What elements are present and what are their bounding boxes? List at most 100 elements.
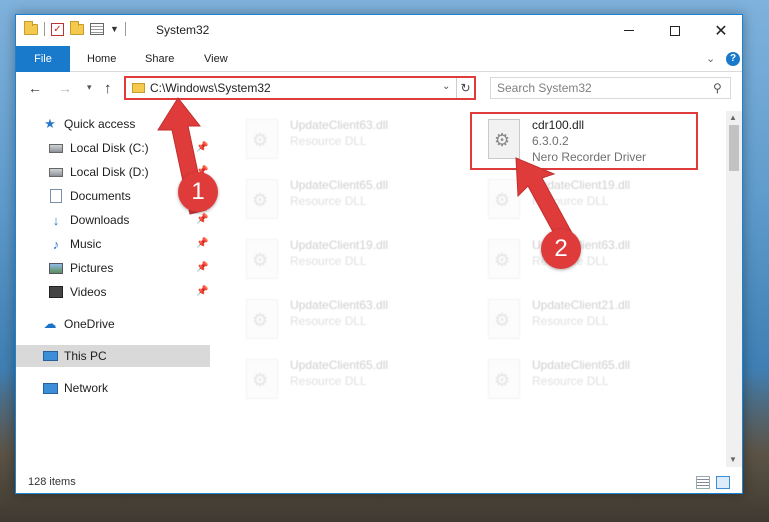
close-button[interactable]: ✕ — [698, 15, 744, 46]
file-name: UpdateClient63.dll — [290, 118, 389, 132]
dll-file-icon: ⚙ — [246, 179, 278, 219]
step-1-badge: 1 — [178, 172, 218, 212]
file-description: Resource DLL — [290, 134, 367, 148]
sidebar-item-network[interactable]: Network — [16, 377, 210, 399]
file-description: Resource DLL — [532, 314, 609, 328]
tab-view[interactable]: View — [204, 46, 228, 72]
search-input[interactable] — [497, 81, 697, 95]
vertical-scrollbar[interactable]: ▲ ▼ — [726, 111, 742, 467]
drive-icon — [48, 165, 64, 179]
refresh-icon[interactable]: ↻ — [456, 78, 474, 98]
tab-share[interactable]: Share — [145, 46, 174, 72]
pin-icon[interactable]: 📌 — [196, 262, 208, 273]
properties-check-icon[interactable]: ✓ — [51, 22, 64, 36]
status-bar: 128 items — [16, 473, 742, 493]
sidebar-item-label: Local Disk (D:) — [70, 165, 149, 179]
onedrive-icon: ☁ — [43, 316, 57, 331]
sidebar-item-this-pc[interactable]: This PC — [16, 345, 210, 367]
sidebar-item-label: Documents — [70, 189, 131, 203]
quick-access-toolbar: ✓ ▼ — [24, 20, 126, 36]
scroll-down-icon[interactable]: ▼ — [729, 455, 737, 464]
dll-file-icon: ⚙ — [246, 359, 278, 399]
file-description: Resource DLL — [290, 374, 367, 388]
maximize-button[interactable] — [652, 15, 698, 46]
downloads-icon: ↓ — [52, 212, 60, 228]
window-title: System32 — [156, 23, 210, 37]
file-description: Resource DLL — [532, 374, 609, 388]
back-arrow-icon[interactable]: ← — [28, 80, 42, 96]
step-2-badge: 2 — [541, 229, 581, 269]
dll-file-icon: ⚙ — [246, 239, 278, 279]
ribbon-tabs: File Home Share View ⌄ ? — [16, 46, 742, 72]
file-description: Resource DLL — [290, 254, 367, 268]
close-icon: ✕ — [714, 22, 728, 40]
file-name: UpdateClient65.dll — [290, 178, 389, 192]
item-count: 128 items — [28, 476, 76, 488]
sidebar-item-videos[interactable]: Videos 📌 — [16, 281, 210, 303]
tab-home[interactable]: Home — [87, 46, 116, 72]
search-box[interactable]: ⚲ — [490, 77, 731, 99]
search-icon[interactable]: ⚲ — [713, 81, 722, 95]
file-item[interactable]: ⚙ UpdateClient21.dll Resource DLL — [474, 293, 694, 347]
sidebar-item-label: Videos — [70, 285, 107, 299]
file-item[interactable]: ⚙ UpdateClient65.dll Resource DLL — [232, 173, 452, 227]
sidebar-item-music[interactable]: ♪ Music 📌 — [16, 233, 210, 255]
recent-locations-icon[interactable]: ▾ — [87, 82, 92, 93]
file-list: ⚙ UpdateClient63.dll Resource DLL ⚙ Upda… — [212, 111, 726, 467]
dll-file-icon: ⚙ — [246, 299, 278, 339]
sidebar-item-label: Music — [70, 237, 102, 251]
navigation-bar: ← → ▾ ↑ C:\Windows\System32 ⌄ ↻ ⚲ — [16, 73, 742, 103]
file-item[interactable]: ⚙ UpdateClient19.dll Resource DLL — [232, 233, 452, 287]
minimize-icon — [624, 30, 634, 31]
new-folder-icon[interactable] — [70, 20, 84, 35]
dll-file-icon: ⚙ — [246, 119, 278, 159]
folder-icon — [132, 83, 145, 93]
this-pc-icon — [42, 349, 58, 363]
file-name: UpdateClient65.dll — [290, 358, 389, 372]
sidebar-item-label: Quick access — [64, 117, 136, 131]
up-arrow-icon[interactable]: ↑ — [104, 80, 112, 97]
properties-icon[interactable] — [90, 23, 104, 35]
file-name: UpdateClient63.dll — [290, 298, 389, 312]
file-explorer-window: ✓ ▼ System32 ✕ File Home Share View ⌄ ? … — [15, 14, 743, 494]
sidebar-item-label: Network — [64, 381, 109, 395]
address-dropdown-icon[interactable]: ⌄ — [442, 81, 450, 92]
file-item[interactable]: ⚙ UpdateClient65.dll Resource DLL — [474, 353, 694, 407]
pictures-icon — [48, 261, 64, 275]
sidebar-item-onedrive[interactable]: ☁ OneDrive — [16, 313, 210, 335]
file-item[interactable]: ⚙ UpdateClient63.dll Resource DLL — [232, 293, 452, 347]
file-item[interactable]: ⚙ UpdateClient63.dll Resource DLL — [232, 113, 452, 167]
file-description: Resource DLL — [290, 194, 367, 208]
minimize-button[interactable] — [606, 15, 652, 46]
file-name: UpdateClient65.dll — [532, 358, 631, 372]
sidebar-item-label: Downloads — [70, 213, 130, 227]
help-icon[interactable]: ? — [726, 52, 740, 66]
music-icon: ♪ — [52, 236, 60, 252]
details-view-icon[interactable] — [696, 476, 710, 489]
dll-file-icon: ⚙ — [488, 299, 520, 339]
sidebar-item-pictures[interactable]: Pictures 📌 — [16, 257, 210, 279]
file-name: UpdateClient21.dll — [532, 298, 631, 312]
sidebar-item-label: Local Disk (C:) — [70, 141, 149, 155]
pin-icon[interactable]: 📌 — [196, 286, 208, 297]
scroll-thumb[interactable] — [729, 125, 739, 171]
sidebar-item-label: Pictures — [70, 261, 114, 275]
star-icon: ★ — [44, 116, 56, 131]
folder-icon[interactable] — [24, 20, 38, 35]
file-name: UpdateClient19.dll — [290, 238, 389, 252]
tab-file[interactable]: File — [16, 46, 70, 72]
network-icon — [42, 381, 58, 395]
file-item[interactable]: ⚙ UpdateClient65.dll Resource DLL — [232, 353, 452, 407]
toolbar-divider — [44, 22, 45, 36]
scroll-up-icon[interactable]: ▲ — [729, 113, 737, 122]
videos-icon — [48, 285, 64, 299]
customize-toolbar-icon[interactable]: ▼ — [110, 24, 119, 34]
expand-ribbon-icon[interactable]: ⌄ — [706, 52, 715, 65]
address-path[interactable]: C:\Windows\System32 — [150, 81, 271, 95]
pin-icon[interactable]: 📌 — [196, 238, 208, 249]
dll-file-icon: ⚙ — [488, 359, 520, 399]
large-icons-view-icon[interactable] — [716, 476, 730, 489]
sidebar-item-label: OneDrive — [64, 317, 115, 331]
maximize-icon — [670, 25, 680, 36]
forward-arrow-icon[interactable]: → — [58, 80, 72, 96]
